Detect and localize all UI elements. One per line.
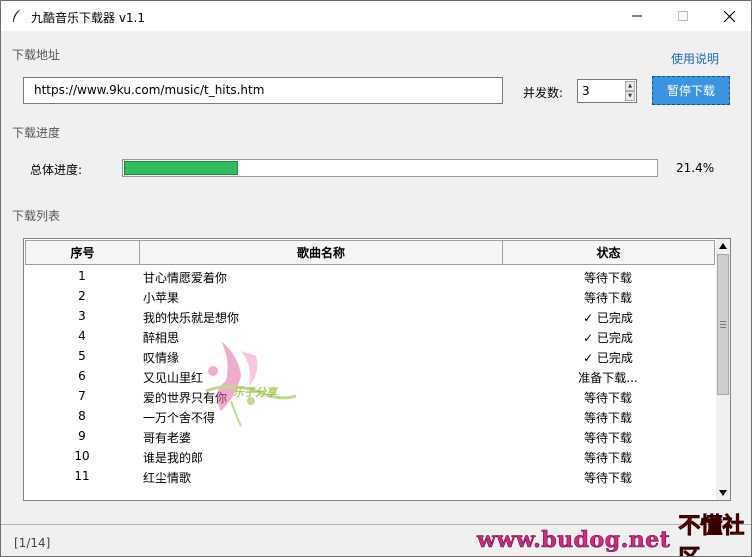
table-row[interactable]: 2 小苹果 等待下载 — [24, 286, 716, 306]
scroll-up-button[interactable] — [716, 239, 730, 253]
row-number: 11 — [74, 469, 90, 483]
song-name: 醉相思 — [143, 331, 180, 345]
section-download-address: 下载地址 — [12, 48, 61, 62]
table-row[interactable]: 4 醉相思 ✓ 已完成 — [24, 326, 716, 346]
song-name: 又见山里红 — [143, 371, 204, 385]
watermark-text: 乐子分享 — [233, 386, 277, 399]
download-status: 等待下载 — [583, 411, 632, 425]
download-status: 等待下载 — [583, 271, 632, 285]
download-status: 等待下载 — [583, 391, 632, 405]
maximize-button[interactable] — [660, 1, 706, 31]
section-download-list: 下载列表 — [12, 209, 61, 223]
column-header-no[interactable]: 序号 — [25, 240, 140, 265]
column-header-status[interactable]: 状态 — [502, 240, 715, 265]
song-name: 叹情缘 — [143, 351, 180, 365]
corner-watermark-url: www.budog.net — [477, 526, 671, 553]
table-row[interactable]: 7 爱的世界只有你 等待下载 — [24, 386, 716, 406]
concurrency-spinbox[interactable]: 3 ▲ ▼ — [577, 79, 637, 103]
url-input[interactable]: https://www.9ku.com/music/t_hits.htm — [23, 77, 503, 104]
corner-watermark: www.budog.net 不懂社区 — [477, 513, 751, 556]
vertical-scrollbar[interactable] — [716, 239, 730, 500]
download-list-table: 序号 歌曲名称 状态 1 甘心情愿爱着你 等待下载 2 小苹果 等待下载 3 我的快乐就是想你… — [23, 238, 731, 501]
corner-watermark-name: 不懂社区 — [678, 513, 745, 556]
row-number: 4 — [78, 329, 86, 343]
row-number: 5 — [78, 349, 86, 363]
song-name: 甘心情愿爱着你 — [143, 271, 228, 285]
title-bar: 九酷音乐下载器 v1.1 — [1, 1, 751, 31]
row-number: 1 — [78, 269, 86, 283]
close-icon — [723, 10, 735, 22]
song-name: 谁是我的郎 — [143, 451, 204, 465]
table-row[interactable]: 10 谁是我的郎 等待下载 — [24, 446, 716, 466]
concurrency-label: 并发数: — [523, 86, 564, 100]
row-number: 7 — [78, 389, 86, 403]
table-row[interactable]: 1 甘心情愿爱着你 等待下载 — [24, 266, 716, 286]
progress-percent: 21.4% — [676, 161, 715, 175]
arrow-down-icon: ▼ — [628, 92, 632, 99]
status-text: [1/14] — [14, 536, 51, 550]
table-row[interactable]: 3 我的快乐就是想你 ✓ 已完成 — [24, 306, 716, 326]
download-status: 等待下载 — [583, 431, 632, 445]
download-status: ✓ 已完成 — [583, 331, 633, 345]
grip-line — [720, 324, 726, 325]
help-link[interactable]: 使用说明 — [671, 50, 719, 67]
app-window: 九酷音乐下载器 v1.1 下载地址 使用说明 https://www.9ku.c… — [0, 0, 752, 557]
table-body: 1 甘心情愿爱着你 等待下载 2 小苹果 等待下载 3 我的快乐就是想你 ✓ 已完成 4 醉相思 ✓ … — [24, 266, 716, 486]
row-number: 6 — [78, 369, 86, 383]
arrow-down-icon — [719, 490, 727, 496]
grip-line — [720, 327, 726, 328]
download-status: 等待下载 — [583, 471, 632, 485]
table-header: 序号 歌曲名称 状态 — [24, 239, 716, 266]
download-status: 准备下载... — [578, 371, 638, 385]
row-number: 3 — [78, 309, 86, 323]
minimize-icon — [632, 15, 642, 17]
song-name: 一万个舍不得 — [143, 411, 216, 425]
overall-progress-label: 总体进度: — [30, 163, 83, 177]
download-status: 等待下载 — [583, 291, 632, 305]
pause-download-button[interactable]: 暂停下载 — [652, 76, 730, 105]
song-name: 小苹果 — [143, 291, 180, 305]
row-number: 2 — [78, 289, 86, 303]
window-title: 九酷音乐下载器 v1.1 — [31, 11, 146, 25]
spin-down-button[interactable]: ▼ — [625, 91, 635, 101]
table-row[interactable]: 6 又见山里红 准备下载... — [24, 366, 716, 386]
arrow-up-icon — [719, 243, 727, 249]
arrow-up-icon: ▲ — [628, 82, 632, 89]
song-name: 爱的世界只有你 — [143, 391, 228, 405]
song-name: 我的快乐就是想你 — [143, 311, 240, 325]
maximize-icon — [678, 11, 688, 21]
scrollbar-thumb[interactable] — [717, 254, 729, 395]
grip-line — [720, 321, 726, 322]
section-download-progress: 下载进度 — [12, 126, 61, 140]
spin-up-button[interactable]: ▲ — [625, 81, 635, 91]
row-number: 8 — [78, 409, 86, 423]
row-number: 9 — [78, 429, 86, 443]
scroll-down-button[interactable] — [716, 486, 730, 500]
table-row[interactable]: 5 叹情缘 ✓ 已完成 — [24, 346, 716, 366]
minimize-button[interactable] — [614, 1, 660, 31]
column-header-name[interactable]: 歌曲名称 — [139, 240, 503, 265]
spin-buttons: ▲ ▼ — [625, 81, 635, 101]
download-status: ✓ 已完成 — [583, 311, 633, 325]
close-button[interactable] — [706, 1, 751, 31]
row-number: 10 — [74, 449, 90, 463]
table-row[interactable]: 8 一万个舍不得 等待下载 — [24, 406, 716, 426]
table-row[interactable]: 11 红尘情歌 等待下载 — [24, 466, 716, 486]
download-status: 等待下载 — [583, 451, 632, 465]
song-name: 哥有老婆 — [143, 431, 192, 445]
song-name: 红尘情歌 — [143, 471, 192, 485]
progress-fill — [124, 161, 238, 175]
feather-icon — [9, 8, 25, 24]
table-row[interactable]: 9 哥有老婆 等待下载 — [24, 426, 716, 446]
concurrency-value[interactable]: 3 — [582, 84, 590, 98]
overall-progress-bar — [122, 159, 658, 177]
download-status: ✓ 已完成 — [583, 351, 633, 365]
